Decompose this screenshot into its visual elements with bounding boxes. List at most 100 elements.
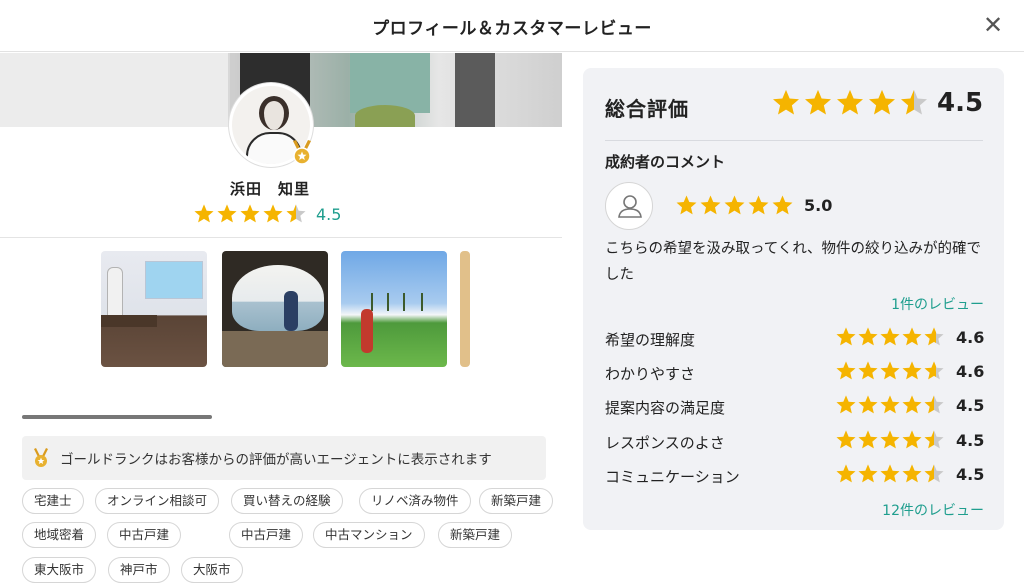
tag: 中古マンション <box>313 522 425 548</box>
star-icon <box>869 89 895 115</box>
gold-rank-note: ゴールドランクはお客様からの評価が高いエージェントに表示されます <box>22 436 546 480</box>
tag: 大阪市 <box>181 557 243 583</box>
tag: 地域密着 <box>22 522 97 548</box>
overall-rating-label: 総合評価 <box>605 97 689 121</box>
star-icon <box>880 327 900 346</box>
star-icon <box>836 430 856 449</box>
reviews-link[interactable]: 12件のレビュー <box>882 500 984 520</box>
tag: 中古戸建 <box>229 522 304 548</box>
star-icon <box>902 464 922 483</box>
photo-seminar[interactable] <box>101 251 207 367</box>
reviewer-avatar <box>605 182 653 230</box>
star-icon <box>194 204 214 223</box>
star-icon <box>240 204 260 223</box>
star-icon <box>924 395 944 414</box>
comment-text: こちらの希望を汲み取ってくれ、物件の絞り込みが的確でした <box>605 241 981 283</box>
criteria-value: 4.5 <box>956 431 985 450</box>
criteria-value: 4.6 <box>956 328 985 347</box>
criteria-stars <box>835 429 945 451</box>
tag: リノベ済み物件 <box>359 488 471 514</box>
star-icon <box>924 361 944 380</box>
tag: 買い替えの経験 <box>231 488 343 514</box>
overall-rating-value: 4.5 <box>937 88 984 118</box>
criteria-stars <box>835 360 945 382</box>
star-icon <box>724 195 745 215</box>
star-icon <box>836 395 856 414</box>
star-icon <box>286 204 306 223</box>
criteria-label: わかりやすさ <box>605 365 696 383</box>
star-icon <box>924 430 944 449</box>
criteria-value: 4.5 <box>956 465 985 484</box>
criteria-stars <box>835 463 945 485</box>
photo-partial[interactable] <box>460 251 470 367</box>
photo-golf[interactable] <box>341 251 447 367</box>
criteria-row: コミュニケーション 4.5 <box>605 463 985 489</box>
gold-medal-icon <box>293 140 311 165</box>
star-icon <box>837 89 863 115</box>
close-icon[interactable]: ✕ <box>980 12 1006 38</box>
tag: 中古戸建 <box>107 522 182 548</box>
photo-cave-beach[interactable] <box>222 251 328 367</box>
modal-header: プロフィール＆カスタマーレビュー ✕ <box>0 0 1024 52</box>
reviews-link[interactable]: 1件のレビュー <box>891 294 984 314</box>
star-icon <box>773 89 799 115</box>
tag: 新築戸建 <box>479 488 554 514</box>
star-icon <box>902 430 922 449</box>
criteria-row: わかりやすさ 4.6 <box>605 360 985 386</box>
criteria-label: 提案内容の満足度 <box>605 399 726 417</box>
star-icon <box>700 195 721 215</box>
criteria-label: レスポンスのよさ <box>605 434 725 452</box>
star-icon <box>902 361 922 380</box>
star-icon <box>858 361 878 380</box>
criteria-label: 希望の理解度 <box>605 331 696 349</box>
star-icon <box>772 195 793 215</box>
star-icon <box>902 395 922 414</box>
tag: 宅建士 <box>22 488 84 514</box>
star-icon <box>880 395 900 414</box>
tag: 新築戸建 <box>438 522 513 548</box>
tag: 神戸市 <box>108 557 170 583</box>
criteria-stars <box>835 326 945 348</box>
criteria-label: コミュニケーション <box>605 468 740 486</box>
star-icon <box>217 204 237 223</box>
star-icon <box>836 361 856 380</box>
overall-rating-stars <box>771 88 931 118</box>
criteria-value: 4.5 <box>956 396 985 415</box>
comment-rating-stars <box>675 194 795 217</box>
review-card: 総合評価 4.5 成約者のコメント 5.0 こちらの希望を汲み取ってくれ、物件の… <box>583 68 1004 530</box>
agent-rating-value: 4.5 <box>316 204 342 224</box>
star-icon <box>676 195 697 215</box>
star-icon <box>880 464 900 483</box>
tag: 東大阪市 <box>22 557 97 583</box>
modal-title: プロフィール＆カスタマーレビュー <box>372 19 652 39</box>
star-icon <box>902 327 922 346</box>
gallery-scrollbar[interactable] <box>22 415 212 419</box>
star-icon <box>836 464 856 483</box>
star-icon <box>924 327 944 346</box>
star-icon <box>858 464 878 483</box>
criteria-stars <box>835 394 945 416</box>
comment-heading: 成約者のコメント <box>605 153 726 171</box>
photo-gallery[interactable] <box>0 251 562 369</box>
agent-rating-stars <box>193 203 308 225</box>
divider <box>0 237 562 238</box>
comment-rating-value: 5.0 <box>804 196 833 215</box>
agent-avatar <box>229 83 313 167</box>
star-icon <box>858 430 878 449</box>
star-icon <box>901 89 927 115</box>
star-icon <box>836 327 856 346</box>
star-icon <box>748 195 769 215</box>
criteria-row: 希望の理解度 4.6 <box>605 326 985 352</box>
star-icon <box>880 361 900 380</box>
star-icon <box>263 204 283 223</box>
gold-medal-icon <box>34 448 48 467</box>
agent-rating: 4.5 <box>193 203 341 225</box>
star-icon <box>880 430 900 449</box>
tag: オンライン相談可 <box>95 488 220 514</box>
star-icon <box>858 327 878 346</box>
star-icon <box>858 395 878 414</box>
star-icon <box>805 89 831 115</box>
agent-name: 浜田 知里 <box>229 180 310 198</box>
criteria-value: 4.6 <box>956 362 985 381</box>
agent-profile-panel: 浜田 知里 4.5 ゴールドランクはお客様からの評価が高いエージェントに表示され… <box>0 53 562 583</box>
